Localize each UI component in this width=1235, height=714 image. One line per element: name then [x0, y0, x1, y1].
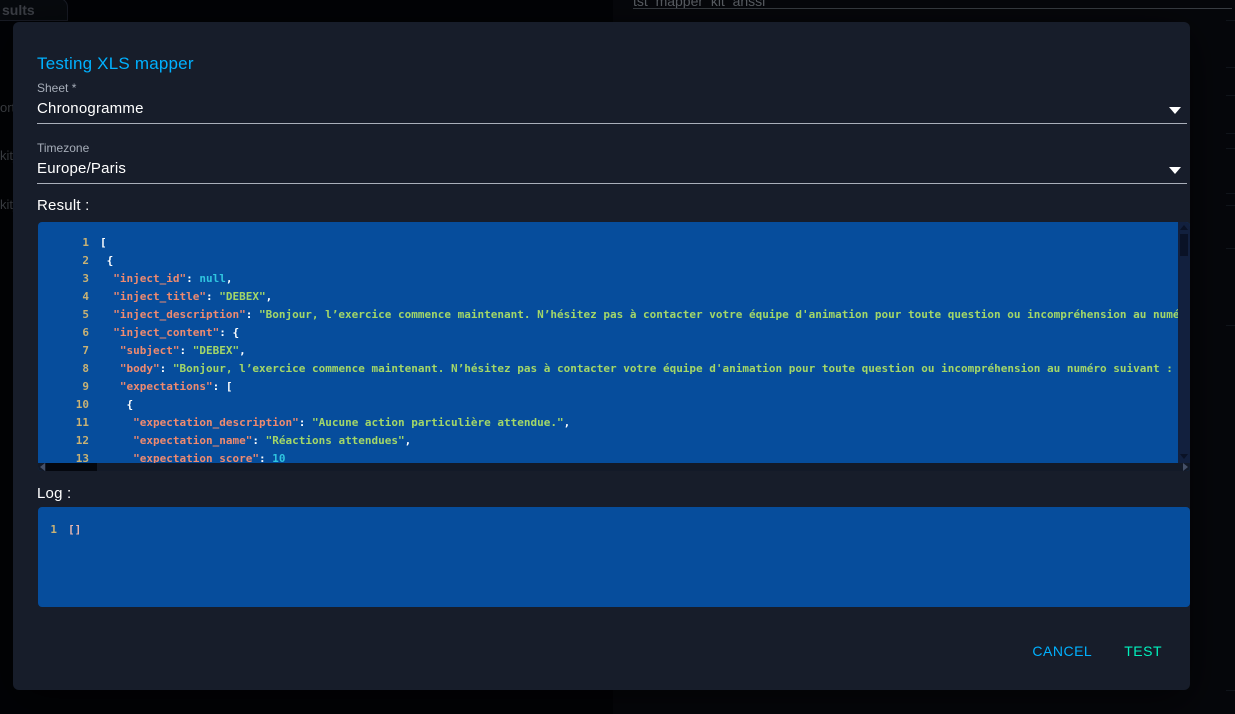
result-code-editor[interactable]: 1[2 {3 "inject_id": null,4 "inject_title…	[38, 222, 1190, 471]
code-line: 7 "subject": "DEBEX",	[38, 342, 1178, 360]
code-line: 9 "expectations": [	[38, 378, 1178, 396]
cancel-button[interactable]: CANCEL	[1022, 635, 1102, 667]
code-text: "inject_id": null,	[89, 270, 232, 288]
page: sults ort kit_ kit_ tst_mapper_kit_anssi…	[0, 0, 1235, 714]
line-number: 4	[38, 288, 89, 306]
result-section-label: Result :	[37, 197, 89, 214]
horizontal-scrollbar-thumb[interactable]	[46, 463, 97, 471]
code-text: []	[57, 521, 81, 539]
code-text: "expectation_score": 10	[89, 450, 285, 463]
log-code-editor[interactable]: 1[]	[38, 507, 1190, 607]
code-text: "expectations": [	[89, 378, 232, 396]
code-text: {	[89, 396, 133, 414]
log-section-label: Log :	[37, 485, 71, 502]
sheet-select[interactable]: Chronogramme	[37, 100, 144, 117]
code-line: 13 "expectation_score": 10	[38, 450, 1178, 463]
code-line: 5 "inject_description": "Bonjour, l’exer…	[38, 306, 1178, 324]
code-text: [	[89, 234, 107, 252]
line-number: 10	[38, 396, 89, 414]
scroll-down-arrow-icon[interactable]	[1180, 454, 1188, 459]
vertical-scrollbar[interactable]	[1178, 222, 1190, 463]
code-line: 11 "expectation_description": "Aucune ac…	[38, 414, 1178, 432]
code-line: 2 {	[38, 252, 1178, 270]
chevron-down-icon[interactable]	[1169, 167, 1181, 174]
chevron-down-icon[interactable]	[1169, 107, 1181, 114]
sheet-field-label: Sheet *	[37, 81, 76, 95]
code-line: 6 "inject_content": {	[38, 324, 1178, 342]
timezone-select-underline	[37, 183, 1187, 184]
line-number: 7	[38, 342, 89, 360]
line-number: 1	[38, 234, 89, 252]
scroll-left-arrow-icon[interactable]	[40, 463, 45, 471]
code-line: 4 "inject_title": "DEBEX",	[38, 288, 1178, 306]
line-number: 2	[38, 252, 89, 270]
line-number: 9	[38, 378, 89, 396]
testing-xls-mapper-dialog: Testing XLS mapper Sheet * Chronogramme …	[13, 22, 1190, 690]
code-line: 1[	[38, 234, 1178, 252]
code-text: {	[89, 252, 113, 270]
horizontal-scrollbar[interactable]	[38, 463, 1190, 471]
log-editor-content[interactable]: 1[]	[38, 507, 1190, 607]
line-number: 8	[38, 360, 89, 378]
line-number: 6	[38, 324, 89, 342]
line-number: 5	[38, 306, 89, 324]
dialog-title: Testing XLS mapper	[37, 54, 194, 74]
timezone-field-label: Timezone	[37, 141, 89, 155]
sheet-select-underline	[37, 123, 1187, 124]
code-text: "expectation_description": "Aucune actio…	[89, 414, 570, 432]
line-number: 13	[38, 450, 89, 463]
vertical-scrollbar-thumb[interactable]	[1180, 234, 1188, 256]
line-number: 1	[38, 521, 57, 539]
result-editor-content[interactable]: 1[2 {3 "inject_id": null,4 "inject_title…	[38, 222, 1178, 463]
code-line: 3 "inject_id": null,	[38, 270, 1178, 288]
line-number: 11	[38, 414, 89, 432]
scroll-right-arrow-icon[interactable]	[1183, 463, 1188, 471]
dialog-actions: CANCEL TEST	[1022, 635, 1172, 667]
code-line: 10 {	[38, 396, 1178, 414]
code-line: 12 "expectation_name": "Réactions attend…	[38, 432, 1178, 450]
code-text: "expectation_name": "Réactions attendues…	[89, 432, 411, 450]
code-text: "inject_description": "Bonjour, l’exerci…	[89, 306, 1178, 324]
code-line: 8 "body": "Bonjour, l’exercice commence …	[38, 360, 1178, 378]
timezone-select[interactable]: Europe/Paris	[37, 160, 126, 177]
line-number: 3	[38, 270, 89, 288]
code-text: "inject_content": {	[89, 324, 239, 342]
line-number: 12	[38, 432, 89, 450]
code-text: "body": "Bonjour, l’exercice commence ma…	[89, 360, 1178, 378]
scroll-up-arrow-icon[interactable]	[1180, 225, 1188, 230]
code-text: "subject": "DEBEX",	[89, 342, 246, 360]
test-button[interactable]: TEST	[1114, 635, 1172, 667]
code-text: "inject_title": "DEBEX",	[89, 288, 272, 306]
code-line: 1[]	[38, 521, 1190, 539]
